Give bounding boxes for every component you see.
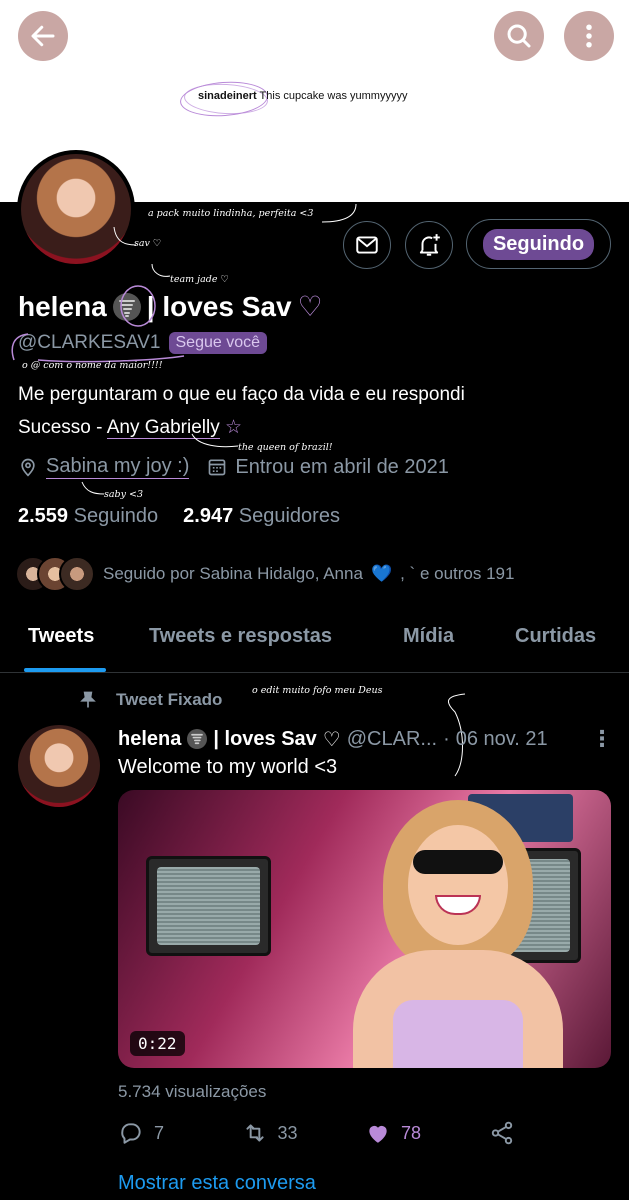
followers-count: 2.947 <box>183 505 234 527</box>
bio-prefix: Sucesso - <box>18 417 107 438</box>
notifications-button[interactable] <box>405 221 453 269</box>
video-person <box>353 800 563 1068</box>
bio-line-1: Me perguntaram o que eu faço da vida e e… <box>18 384 465 405</box>
followed-by-suffix: , ` e outros 191 <box>400 564 515 583</box>
caption: sinadeinert This cupcake was yummyyyyy <box>198 90 407 102</box>
bio-line-2: Sucesso - Any Gabrielly ☆ <box>18 411 618 444</box>
followers-stat[interactable]: 2.947 Seguidores <box>183 505 340 528</box>
note-edit: o edit muito fofo meu Deus <box>252 685 383 696</box>
calendar-icon <box>209 459 226 476</box>
profile-meta: Sabina my joy :) Entrou em abril de 2021 <box>18 455 449 479</box>
like-count: 78 <box>401 1122 422 1143</box>
mutual-avatars <box>15 556 95 592</box>
tweet-text: Welcome to my world <3 <box>118 756 338 778</box>
profile-avatar[interactable] <box>17 150 135 268</box>
note-arrow <box>191 433 239 448</box>
tweet-header: helena | loves Sav ♡ @CLAR... · 06 nov. … <box>118 726 613 752</box>
tweet-video[interactable]: 0:22 <box>118 790 611 1068</box>
separator: · <box>443 727 450 750</box>
note-queen: the queen of brazil! <box>238 442 333 453</box>
tweet-actions: 7 33 78 <box>118 1120 528 1146</box>
avatar <box>59 556 95 592</box>
tweet-avatar[interactable] <box>18 725 100 807</box>
tweet-author-name-rest: | loves Sav <box>213 727 317 750</box>
followed-by-text: Seguido por Sabina Hidalgo, Anna <box>103 564 363 583</box>
follow-stats: 2.559 Seguindo 2.947 Seguidores <box>18 505 340 528</box>
profile-bio: Me perguntaram o que eu faço da vida e e… <box>18 378 618 444</box>
bell-plus-icon <box>419 234 440 256</box>
tweet-author-name[interactable]: helena <box>118 728 181 751</box>
pinned-label: Tweet Fixado <box>78 690 222 710</box>
back-arrow-icon <box>31 25 55 47</box>
following-label: Seguindo <box>73 505 159 527</box>
mail-icon <box>356 236 378 254</box>
note-arrow <box>81 481 105 495</box>
note-sav: sav ♡ <box>134 238 162 249</box>
heart-icon <box>369 1125 387 1143</box>
note-pack: a pack muito lindinha, perfeita <3 <box>148 208 314 219</box>
active-tab-indicator <box>24 668 106 672</box>
tweet-date[interactable]: 06 nov. 21 <box>456 728 548 751</box>
tab-tweets[interactable]: Tweets <box>28 625 94 648</box>
share-button[interactable] <box>489 1120 529 1146</box>
tab-media[interactable]: Mídia <box>403 625 454 648</box>
caption-text: This cupcake was yummyyyyy <box>259 90 408 102</box>
reply-button[interactable]: 7 <box>118 1120 242 1146</box>
following-button-label: Seguindo <box>482 228 595 260</box>
note-arrow <box>151 263 171 277</box>
tab-tweets-replies[interactable]: Tweets e respostas <box>149 625 332 648</box>
following-button[interactable]: Seguindo <box>466 219 611 269</box>
tweet-author-handle: @CLAR... <box>346 727 438 750</box>
pinned-text: Tweet Fixado <box>116 690 223 709</box>
retweet-button[interactable]: 33 <box>242 1120 366 1146</box>
joined-text: Entrou em abril de 2021 <box>235 455 449 478</box>
location-icon <box>21 458 35 477</box>
location: Sabina my joy :) <box>18 455 190 479</box>
caption-user: sinadeinert <box>198 90 257 102</box>
video-duration: 0:22 <box>130 1031 185 1056</box>
reply-icon <box>121 1123 141 1144</box>
show-conversation-link[interactable]: Mostrar esta conversa <box>118 1172 316 1195</box>
followed-by[interactable]: Seguido por Sabina Hidalgo, Anna 💙 , ` e o… <box>15 556 514 592</box>
retweet-count: 33 <box>277 1122 298 1143</box>
view-count: 5.734 visualizações <box>118 1082 267 1101</box>
reply-count: 7 <box>154 1122 165 1143</box>
tab-likes[interactable]: Curtidas <box>515 625 596 648</box>
note-saby: saby <3 <box>104 489 144 500</box>
tweet-more-icon[interactable]: ⋮ <box>591 726 613 752</box>
tv-prop <box>146 856 271 956</box>
note-team-jade: team jade ♡ <box>170 274 229 285</box>
display-name-first: helena <box>18 290 107 322</box>
message-button[interactable] <box>343 221 391 269</box>
joined-date: Entrou em abril de 2021 <box>207 455 449 479</box>
heart-icon: ♡ <box>322 728 341 751</box>
note-arrow <box>321 203 357 223</box>
following-stat[interactable]: 2.559 Seguindo <box>18 505 158 528</box>
more-button[interactable] <box>564 11 614 61</box>
like-button[interactable]: 78 <box>365 1120 489 1146</box>
following-count: 2.559 <box>18 505 69 527</box>
share-icon <box>491 1121 512 1145</box>
retweet-icon <box>245 1124 264 1142</box>
blue-heart-icon: 💙 <box>370 564 393 583</box>
profile-tabs: Tweets Tweets e respostas Mídia Curtidas <box>0 605 629 673</box>
pin-icon <box>80 691 96 708</box>
more-vertical-icon <box>586 24 592 48</box>
display-name-second: | loves Sav <box>146 290 292 322</box>
tornado-scribble <box>120 285 156 327</box>
tornado-emoji-icon <box>187 729 208 749</box>
followers-label: Seguidores <box>238 505 340 527</box>
display-name: helena | loves Sav ♡ <box>18 285 323 327</box>
back-button[interactable] <box>18 11 68 61</box>
search-button[interactable] <box>494 11 544 61</box>
location-text: Sabina my joy :) <box>46 455 190 479</box>
heart-icon: ♡ <box>297 291 323 322</box>
search-icon <box>507 24 531 48</box>
note-handle: o @ com o nome da maior!!!! <box>22 360 163 371</box>
